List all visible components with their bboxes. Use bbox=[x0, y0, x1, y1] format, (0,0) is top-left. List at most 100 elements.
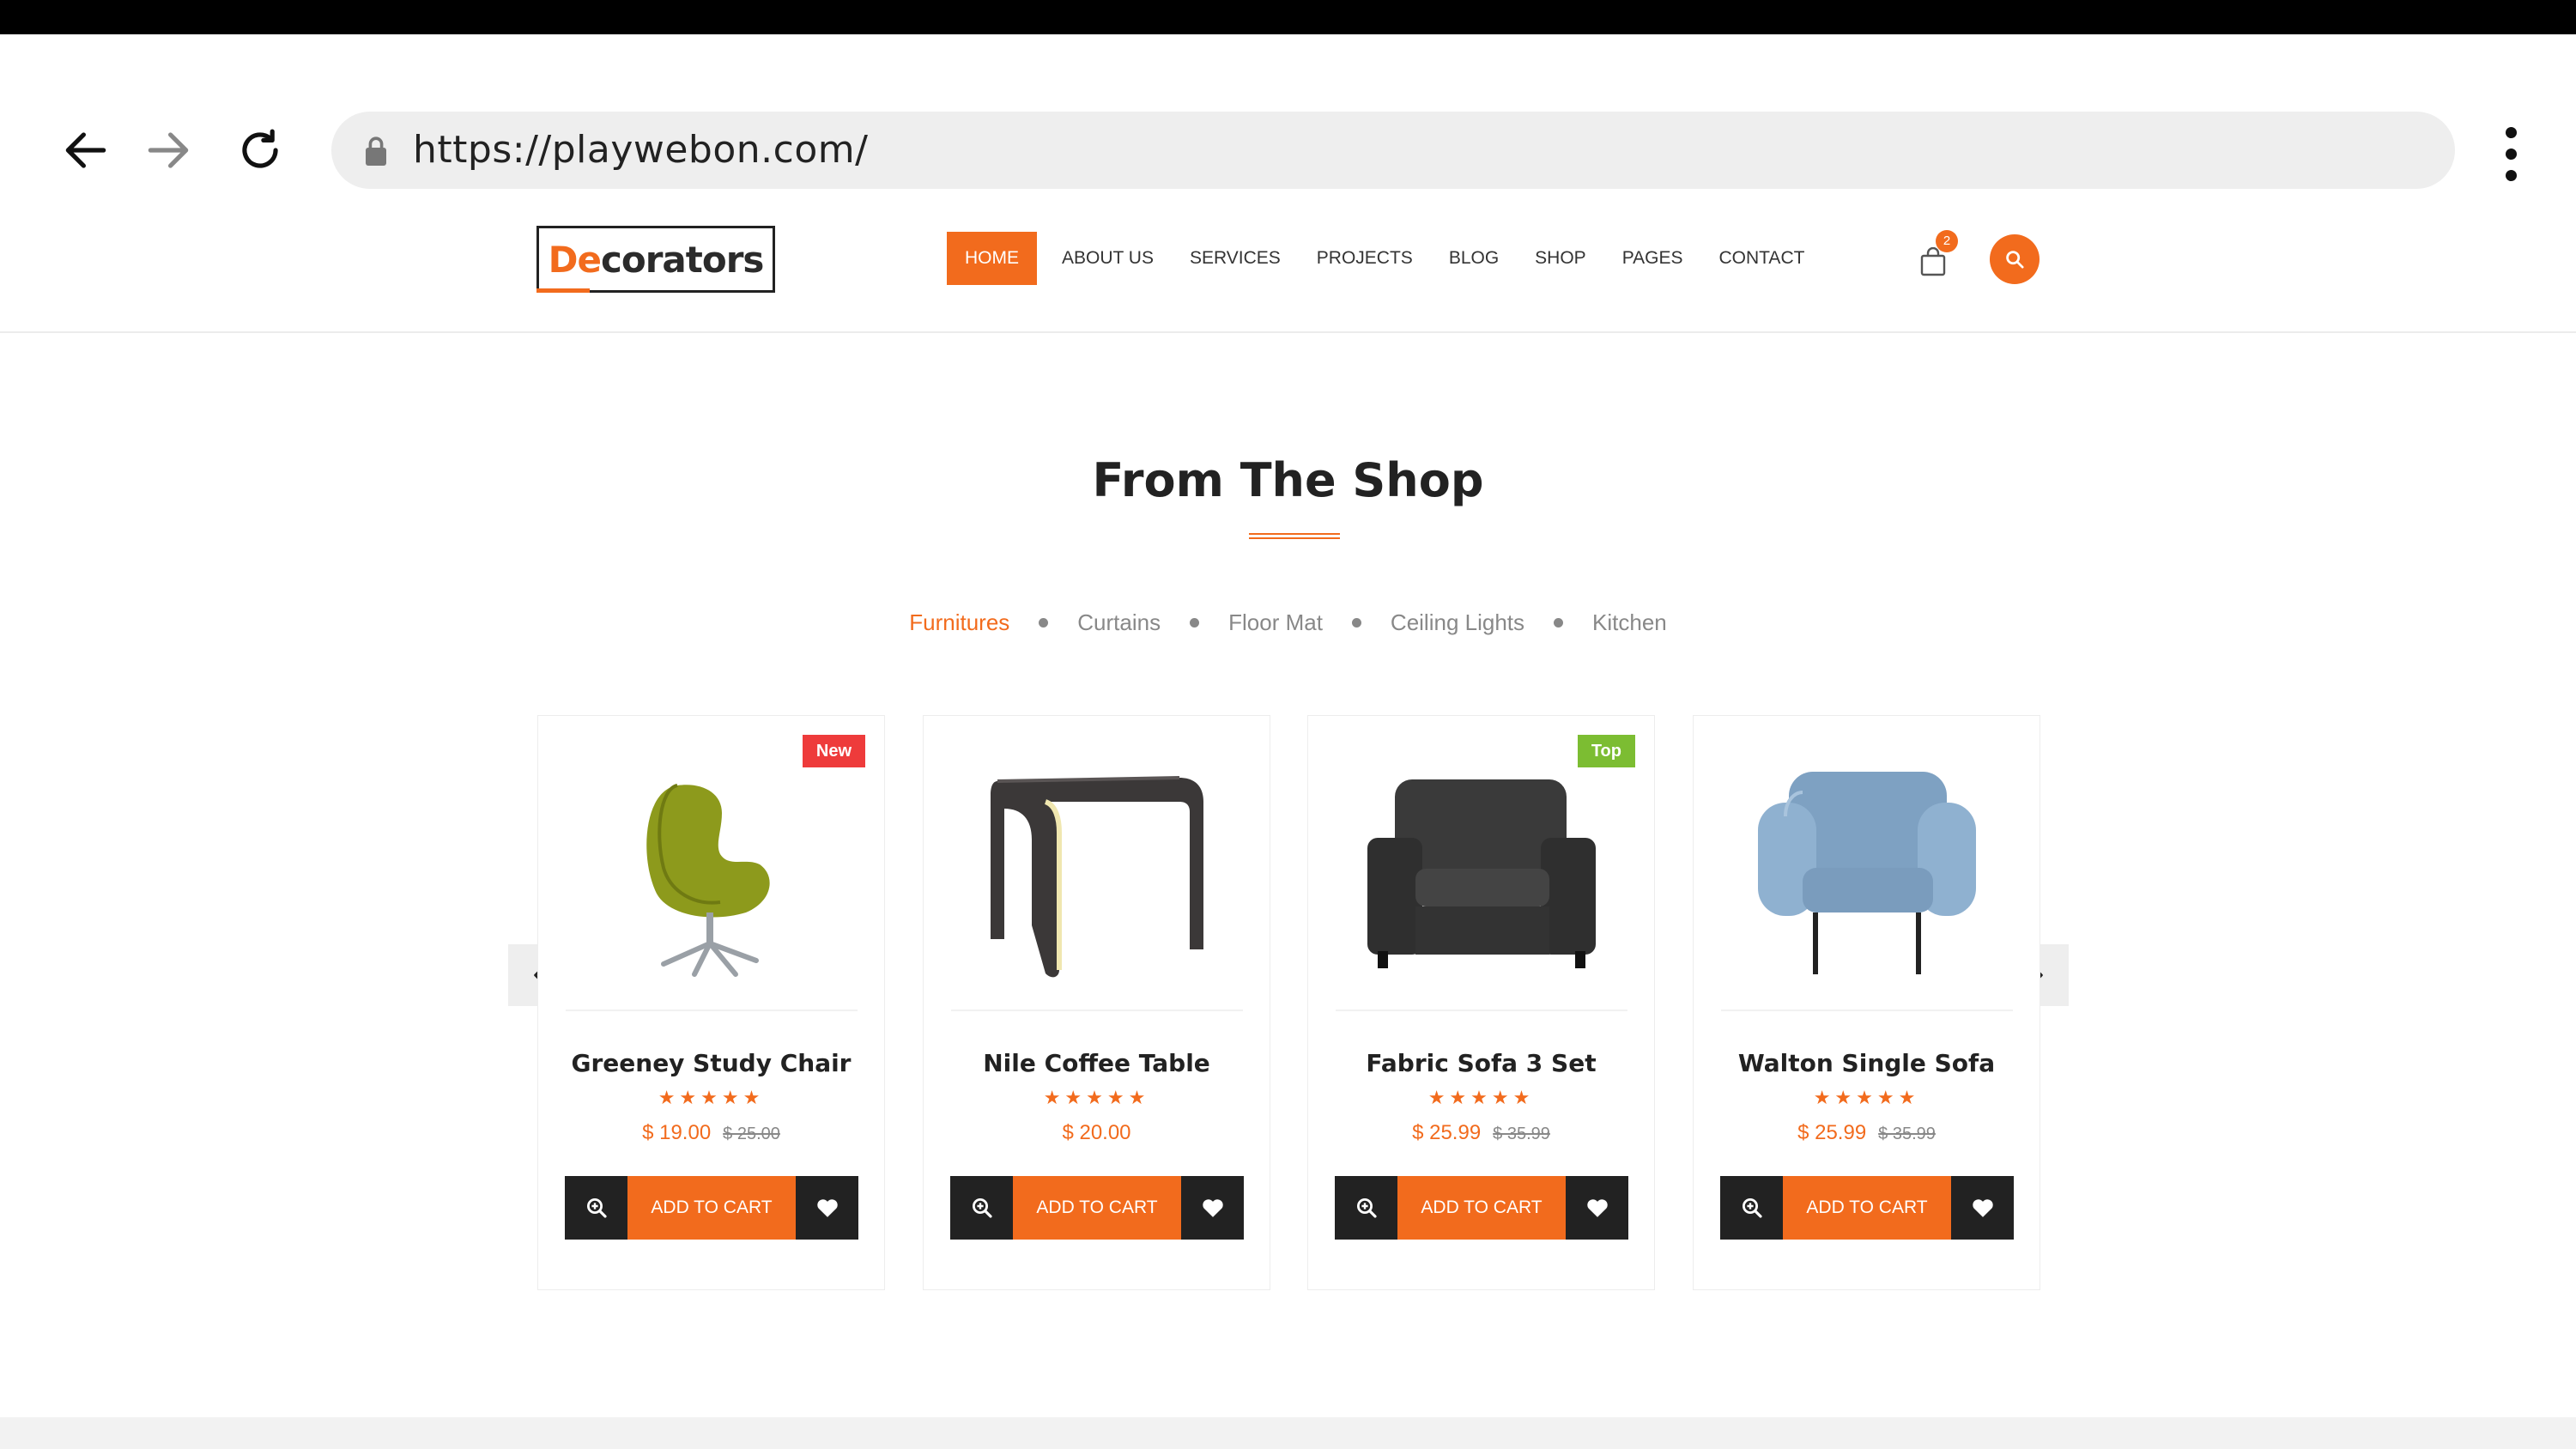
main-navigation: HOME ABOUT US SERVICES PROJECTS BLOG SHOP PAGE… bbox=[947, 232, 1822, 285]
single-sofa-icon bbox=[1758, 772, 1976, 974]
heart-icon bbox=[1586, 1199, 1608, 1217]
cart-button[interactable]: 2 bbox=[1918, 230, 1958, 280]
filter-ceiling-lights[interactable]: Ceiling Lights bbox=[1391, 609, 1524, 636]
filter-furnitures[interactable]: Furnitures bbox=[909, 609, 1009, 636]
menu-dot-icon bbox=[2506, 149, 2517, 160]
nav-item-about-us[interactable]: ABOUT US bbox=[1044, 232, 1172, 285]
browser-menu-button[interactable] bbox=[2485, 120, 2537, 189]
menu-dot-icon bbox=[2506, 170, 2517, 181]
heart-icon bbox=[1972, 1199, 1993, 1217]
armchair-icon bbox=[1367, 779, 1596, 968]
system-status-bar bbox=[0, 0, 2576, 34]
arrow-left-icon bbox=[65, 132, 106, 168]
price-row: $ 19.00 $ 25.00 bbox=[538, 1121, 884, 1145]
price-row: $ 25.99 $ 35.99 bbox=[1308, 1121, 1654, 1145]
price-row: $ 25.99 $ 35.99 bbox=[1694, 1121, 2040, 1145]
heart-icon bbox=[816, 1199, 838, 1217]
section-title: From The Shop bbox=[1092, 453, 1484, 507]
lock-icon bbox=[366, 136, 386, 166]
logo-text: corators bbox=[600, 238, 764, 281]
site-logo[interactable]: De corators bbox=[536, 226, 775, 293]
category-filters: Furnitures Curtains Floor Mat Ceiling Light… bbox=[0, 609, 2576, 636]
add-to-cart-button[interactable]: ADD TO CART bbox=[1783, 1176, 1951, 1240]
add-to-cart-button[interactable]: ADD TO CART bbox=[627, 1176, 796, 1240]
nav-item-contact[interactable]: CONTACT bbox=[1701, 232, 1823, 285]
new-badge: New bbox=[802, 735, 865, 767]
nav-item-services[interactable]: SERVICES bbox=[1172, 232, 1299, 285]
rating-stars: ★★★★★ bbox=[658, 1087, 765, 1108]
zoom-in-icon bbox=[1356, 1198, 1377, 1218]
quick-view-button[interactable] bbox=[565, 1176, 627, 1240]
product-image[interactable] bbox=[1721, 735, 2013, 1011]
product-image[interactable] bbox=[951, 735, 1243, 1011]
product-actions: ADD TO CART bbox=[1720, 1176, 2014, 1240]
nav-item-home[interactable]: HOME bbox=[947, 232, 1037, 285]
menu-dot-icon bbox=[2506, 127, 2517, 138]
cart-count-badge: 2 bbox=[1936, 230, 1958, 252]
old-price: $ 25.00 bbox=[723, 1125, 780, 1143]
wishlist-button[interactable] bbox=[1951, 1176, 2014, 1240]
product-name[interactable]: Nile Coffee Table bbox=[924, 1049, 1270, 1077]
rating-stars: ★★★★★ bbox=[1427, 1087, 1535, 1108]
product-price: $ 25.99 bbox=[1412, 1121, 1482, 1144]
rating-stars: ★★★★★ bbox=[1813, 1087, 1920, 1108]
product-price: $ 20.00 bbox=[1062, 1121, 1131, 1144]
zoom-in-icon bbox=[1742, 1198, 1762, 1218]
product-card: New Greeney Study Chair ★★★★★ $ 19.00 $ 2… bbox=[537, 715, 885, 1290]
logo-bracket bbox=[536, 288, 590, 293]
logo-accent: De bbox=[548, 238, 602, 281]
site-header: De corators HOME ABOUT US SERVICES PROJECTS B… bbox=[0, 197, 2576, 333]
quick-view-button[interactable] bbox=[950, 1176, 1013, 1240]
price-row: $ 20.00 bbox=[924, 1121, 1270, 1145]
add-to-cart-button[interactable]: ADD TO CART bbox=[1013, 1176, 1181, 1240]
add-to-cart-button[interactable]: ADD TO CART bbox=[1397, 1176, 1566, 1240]
product-actions: ADD TO CART bbox=[1335, 1176, 1628, 1240]
product-card: Walton Single Sofa ★★★★★ $ 25.99 $ 35.99 … bbox=[1693, 715, 2040, 1290]
filter-floor-mat[interactable]: Floor Mat bbox=[1228, 609, 1323, 636]
zoom-in-icon bbox=[586, 1198, 607, 1218]
zoom-in-icon bbox=[972, 1198, 992, 1218]
reload-button[interactable] bbox=[226, 116, 294, 185]
nav-item-projects[interactable]: PROJECTS bbox=[1299, 232, 1431, 285]
title-underline bbox=[1249, 533, 1340, 539]
filter-separator-dot bbox=[1554, 618, 1564, 627]
top-badge: Top bbox=[1577, 735, 1635, 767]
old-price: $ 35.99 bbox=[1878, 1125, 1936, 1143]
product-name[interactable]: Greeney Study Chair bbox=[538, 1049, 884, 1077]
wishlist-button[interactable] bbox=[1181, 1176, 1244, 1240]
product-actions: ADD TO CART bbox=[565, 1176, 858, 1240]
filter-kitchen[interactable]: Kitchen bbox=[1592, 609, 1667, 636]
back-button[interactable] bbox=[52, 116, 120, 185]
nav-item-pages[interactable]: PAGES bbox=[1604, 232, 1701, 285]
product-name[interactable]: Walton Single Sofa bbox=[1694, 1049, 2040, 1077]
product-price: $ 19.00 bbox=[642, 1121, 712, 1144]
wishlist-button[interactable] bbox=[1566, 1176, 1628, 1240]
nav-item-shop[interactable]: SHOP bbox=[1517, 232, 1604, 285]
nav-item-blog[interactable]: BLOG bbox=[1431, 232, 1517, 285]
forward-button[interactable] bbox=[134, 116, 203, 185]
product-image[interactable] bbox=[566, 735, 858, 1011]
footer-edge bbox=[0, 1417, 2576, 1449]
product-card: Top Fabric Sofa 3 Set ★★★★★ $ 25.99 $ 35.… bbox=[1307, 715, 1655, 1290]
filter-separator-dot bbox=[1351, 618, 1361, 627]
filter-curtains[interactable]: Curtains bbox=[1077, 609, 1161, 636]
quick-view-button[interactable] bbox=[1720, 1176, 1783, 1240]
product-name[interactable]: Fabric Sofa 3 Set bbox=[1308, 1049, 1654, 1077]
arrow-right-icon bbox=[148, 132, 189, 168]
product-price: $ 25.99 bbox=[1797, 1121, 1867, 1144]
address-bar[interactable]: https://playwebon.com/ bbox=[331, 112, 2455, 189]
product-image[interactable] bbox=[1336, 735, 1627, 1011]
heart-icon bbox=[1202, 1199, 1223, 1217]
product-card: Nile Coffee Table ★★★★★ $ 20.00 ADD TO C… bbox=[923, 715, 1270, 1290]
browser-toolbar: https://playwebon.com/ bbox=[0, 34, 2576, 197]
egg-chair-icon bbox=[646, 784, 770, 977]
quick-view-button[interactable] bbox=[1335, 1176, 1397, 1240]
url-text[interactable]: https://playwebon.com/ bbox=[413, 112, 868, 189]
search-icon bbox=[2006, 251, 2024, 269]
filter-separator-dot bbox=[1190, 618, 1200, 627]
product-actions: ADD TO CART bbox=[950, 1176, 1244, 1240]
reload-icon bbox=[242, 129, 278, 168]
rating-stars: ★★★★★ bbox=[1043, 1087, 1150, 1108]
search-button[interactable] bbox=[1990, 234, 2040, 284]
wishlist-button[interactable] bbox=[796, 1176, 858, 1240]
